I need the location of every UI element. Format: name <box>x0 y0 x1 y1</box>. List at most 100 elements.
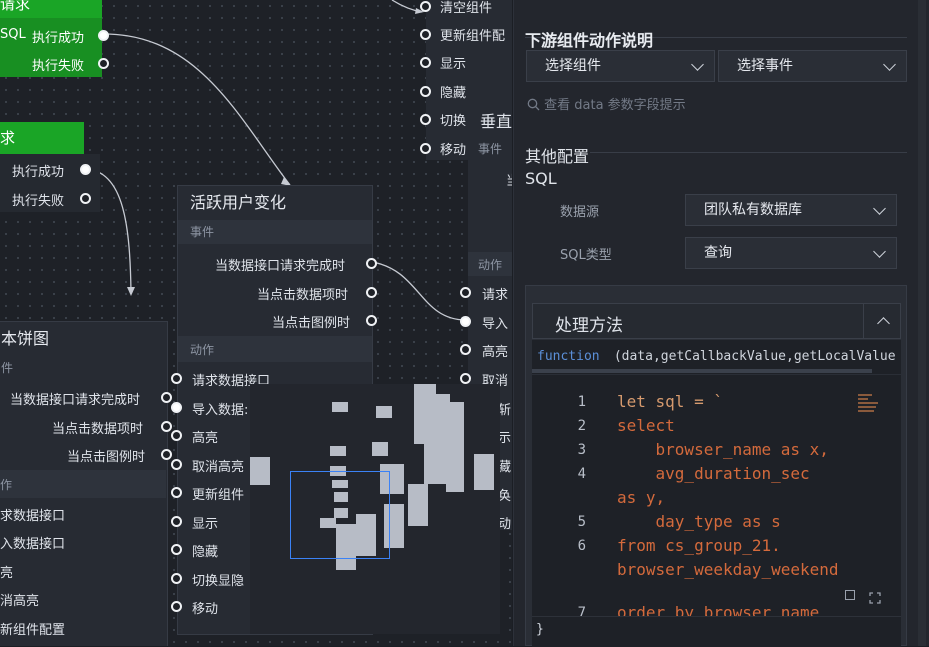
port-tr-0[interactable] <box>420 1 431 12</box>
port-fail-b[interactable] <box>80 193 91 204</box>
port-mid-action-7[interactable] <box>171 573 182 584</box>
request-node-a-fail: 执行失败 <box>32 59 85 74</box>
mid-event-1: 当点击数据项时 <box>257 288 349 303</box>
port-tr-4[interactable] <box>420 114 431 125</box>
minimap[interactable] <box>250 384 500 634</box>
minimap-block <box>446 402 464 492</box>
chevron-up-icon <box>877 317 890 330</box>
port-mid-event-1[interactable] <box>366 287 377 298</box>
minimap-block <box>372 442 388 456</box>
mid-action-7: 切换显隐 <box>192 574 245 589</box>
closing-brace: } <box>536 622 544 637</box>
port-mid-action-1[interactable] <box>171 402 182 413</box>
function-keyword: function <box>537 349 600 364</box>
editor-footer <box>532 616 901 647</box>
port-success-a[interactable] <box>98 30 109 41</box>
code-line-cut: order by browser_name <box>617 603 820 616</box>
port-tr-1[interactable] <box>420 29 431 40</box>
minimap-viewport[interactable] <box>290 471 390 559</box>
port-tr-5[interactable] <box>420 143 431 154</box>
port-tr-2[interactable] <box>420 57 431 68</box>
mid-action-8: 移动 <box>192 602 219 617</box>
left-action-3: 消高亮 <box>0 594 40 609</box>
port-v-1[interactable] <box>460 316 471 327</box>
method-title: 处理方法 <box>555 316 623 336</box>
request-node-b-fail: 执行失败 <box>12 194 65 209</box>
code-line: avg_duration_sec <box>617 464 810 483</box>
active-users-event-section: 事件 <box>178 220 372 244</box>
left-action-2: 亮 <box>0 566 14 581</box>
vertical-node-action-section: 动作 <box>478 258 503 272</box>
left-action-section: 作 <box>0 478 13 492</box>
minimap-block <box>250 457 270 485</box>
code-line: as y, <box>617 488 666 507</box>
port-mid-action-8[interactable] <box>171 601 182 612</box>
left-action-1: 入数据接口 <box>0 537 66 552</box>
select-component[interactable]: 选择组件 <box>526 50 715 82</box>
port-mid-action-0[interactable] <box>171 373 182 384</box>
left-event-2: 当点击图例时 <box>67 450 146 465</box>
code-line: let sql = ` <box>617 392 723 411</box>
mid-action-1: 导入数据: <box>192 403 249 418</box>
flow-canvas[interactable]: 请求 SQL 执行成功 执行失败 求 执行成功 执行失败 清空组件 更新组件配 … <box>0 0 512 646</box>
port-left-event-1[interactable] <box>161 421 172 432</box>
port-v-0[interactable] <box>460 287 471 298</box>
line-number: 3 <box>577 442 586 458</box>
mid-action-5: 显示 <box>192 517 219 532</box>
pie-chart-event-section: 件 <box>0 356 167 380</box>
port-tr-3[interactable] <box>420 86 431 97</box>
mid-event-0: 当数据接口请求完成时 <box>215 259 346 274</box>
fullscreen-icon[interactable] <box>869 589 881 604</box>
panel-scrollbar[interactable] <box>918 0 926 646</box>
datasource-select[interactable]: 团队私有数据库 <box>685 194 897 226</box>
port-left-event-0[interactable] <box>161 392 172 403</box>
port-mid-action-2[interactable] <box>171 430 182 441</box>
tr-action-1: 更新组件配 <box>440 29 506 44</box>
line-number: 6 <box>577 538 586 554</box>
port-mid-event-2[interactable] <box>366 315 377 326</box>
select-event[interactable]: 选择事件 <box>718 50 907 82</box>
copy-icon[interactable] <box>845 590 855 600</box>
port-mid-action-4[interactable] <box>171 487 182 498</box>
minimap-block <box>474 454 494 490</box>
request-node-a-success: 执行成功 <box>32 31 85 46</box>
function-params: (data,getCallbackValue,getLocalValue <box>606 349 896 364</box>
code-line: select <box>617 416 675 435</box>
minimap-block <box>408 484 428 526</box>
port-mid-action-5[interactable] <box>171 516 182 527</box>
code-line: day_type as s <box>617 512 781 531</box>
code-editor[interactable] <box>532 391 901 616</box>
sqltype-select[interactable]: 查询 <box>685 237 897 269</box>
chevron-down-icon <box>873 245 886 258</box>
port-v-3[interactable] <box>460 373 471 384</box>
port-fail-a[interactable] <box>98 58 109 69</box>
port-success-b[interactable] <box>80 164 91 175</box>
code-line: browser_name as x, <box>617 440 829 459</box>
downstream-actions-title: 下游组件动作说明 <box>525 31 654 50</box>
line-number: 4 <box>577 466 586 482</box>
data-hint-link[interactable]: 查看 data 参数字段提示 <box>527 94 686 113</box>
line-number: 1 <box>577 394 586 410</box>
port-mid-event-0[interactable] <box>366 258 377 269</box>
port-mid-action-3[interactable] <box>171 459 182 470</box>
v-action-1: 导入 <box>482 317 509 332</box>
minimap-block <box>424 436 448 484</box>
search-icon <box>527 98 540 111</box>
request-node-a-sql: SQL <box>0 27 26 42</box>
editor-gap <box>532 375 901 391</box>
tr-action-4: 切换 <box>440 114 467 129</box>
left-action-4: 新组件配置 <box>0 623 66 638</box>
sqltype-label: SQL类型 <box>560 248 612 263</box>
select-event-label: 选择事件 <box>737 58 793 74</box>
v-action-2: 高亮 <box>482 345 509 360</box>
code-minimap[interactable] <box>858 392 888 416</box>
signature-scrollbar[interactable] <box>532 369 872 373</box>
collapse-button[interactable] <box>863 303 901 339</box>
mid-action-2: 高亮 <box>192 431 219 446</box>
port-mid-action-6[interactable] <box>171 544 182 555</box>
mid-event-2: 当点击图例时 <box>272 316 351 331</box>
port-left-event-2[interactable] <box>161 449 172 460</box>
vertical-node-event-section: 事件 <box>478 142 503 156</box>
port-v-2[interactable] <box>460 344 471 355</box>
chevron-down-icon <box>873 202 886 215</box>
